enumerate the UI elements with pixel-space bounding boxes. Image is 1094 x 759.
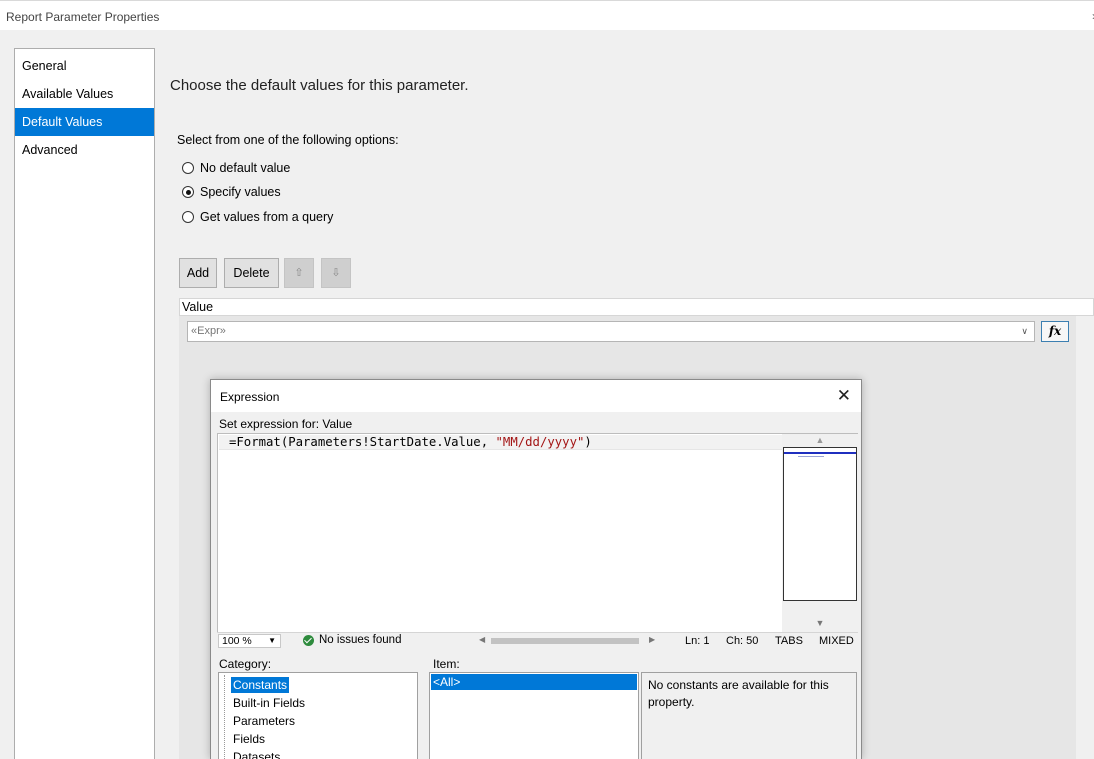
value-column-header: Value: [179, 298, 1094, 316]
nav-item-general[interactable]: General: [15, 52, 154, 80]
item-label: Item:: [433, 657, 460, 671]
value-combo-input[interactable]: «Expr» ∨: [187, 321, 1035, 342]
zoom-value: 100 %: [222, 635, 252, 647]
category-constants[interactable]: Constants: [231, 677, 290, 693]
close-icon[interactable]: ✕: [837, 386, 851, 406]
expression-code[interactable]: =Format(Parameters!StartDate.Value, "MM/…: [229, 435, 592, 449]
string-literal: "MM/dd/yyyy": [495, 435, 585, 449]
window-title: Report Parameter Properties: [6, 10, 160, 24]
window-titlebar: Report Parameter Properties ›: [0, 0, 1094, 30]
radio-no-default[interactable]: No default value: [182, 159, 290, 177]
scroll-right-icon[interactable]: ▶: [649, 635, 655, 644]
move-up-button[interactable]: ⇧: [284, 258, 314, 288]
horizontal-scroll-thumb[interactable]: [491, 638, 639, 644]
minimap-caret-line: [784, 452, 856, 454]
value-placeholder: «Expr»: [191, 325, 226, 337]
nav-item-advanced[interactable]: Advanced: [15, 136, 154, 164]
add-button[interactable]: Add: [179, 258, 217, 288]
item-list[interactable]: <All>: [429, 672, 639, 759]
nav-item-default-values[interactable]: Default Values: [15, 108, 154, 136]
nav-item-available-values[interactable]: Available Values: [15, 80, 154, 108]
issues-indicator: No issues found: [303, 634, 401, 646]
radio-specify-values[interactable]: Specify values: [182, 183, 281, 201]
dialog-title: Expression: [220, 390, 280, 404]
radio-button[interactable]: [182, 211, 194, 223]
eol-indicator[interactable]: MIXED: [819, 635, 854, 647]
category-parameters[interactable]: Parameters: [231, 713, 297, 729]
fx-icon: fx: [1048, 324, 1062, 338]
radio-label: Get values from a query: [200, 210, 334, 224]
item-all[interactable]: <All>: [431, 674, 637, 690]
tabs-indicator[interactable]: TABS: [775, 635, 803, 647]
arrow-down-icon: ⇩: [331, 267, 341, 279]
expression-dialog: Expression ✕ Set expression for: Value =…: [210, 379, 862, 759]
properties-nav: General Available Values Default Values …: [14, 48, 155, 759]
category-built-in-fields[interactable]: Built-in Fields: [231, 695, 307, 711]
check-circle-icon: [303, 634, 314, 646]
set-expression-label: Set expression for: Value: [219, 417, 353, 431]
move-down-button[interactable]: ⇩: [321, 258, 351, 288]
issues-text: No issues found: [319, 634, 402, 646]
options-label: Select from one of the following options…: [177, 133, 399, 147]
radio-label: No default value: [200, 161, 291, 175]
scroll-up-icon[interactable]: ▲: [782, 435, 858, 445]
radio-label: Specify values: [200, 185, 281, 199]
editor-vertical-scrollbar[interactable]: ▲ ▼: [782, 434, 858, 646]
editor-minimap[interactable]: [783, 447, 857, 601]
chevron-down-icon[interactable]: ∨: [1021, 322, 1028, 341]
zoom-select[interactable]: 100 % ▼: [218, 634, 281, 648]
radio-button-checked[interactable]: [182, 186, 194, 198]
scroll-down-icon[interactable]: ▼: [782, 618, 858, 628]
expression-editor[interactable]: =Format(Parameters!StartDate.Value, "MM/…: [217, 433, 858, 647]
description-panel: No constants are available for this prop…: [641, 672, 857, 759]
category-label: Category:: [219, 657, 272, 671]
dialog-titlebar: Expression ✕: [211, 380, 861, 412]
expression-fx-button[interactable]: fx: [1041, 321, 1069, 342]
line-indicator: Ln: 1: [685, 635, 710, 647]
category-fields[interactable]: Fields: [231, 731, 267, 747]
radio-button[interactable]: [182, 162, 194, 174]
arrow-up-icon: ⇧: [294, 267, 304, 279]
category-datasets[interactable]: Datasets: [231, 749, 282, 759]
minimap-code-line: [798, 456, 824, 457]
category-tree[interactable]: Constants Built-in Fields Parameters Fie…: [218, 672, 418, 759]
editor-status-bar: 100 % ▼ No issues found ◀ ▶ Ln: 1 Ch: 50…: [217, 632, 858, 649]
page-heading: Choose the default values for this param…: [170, 77, 469, 94]
delete-button[interactable]: Delete: [224, 258, 279, 288]
description-text: No constants are available for this prop…: [648, 678, 829, 709]
tree-connector: [224, 675, 225, 759]
chevron-down-icon[interactable]: ▼: [268, 635, 276, 647]
radio-query-values[interactable]: Get values from a query: [182, 208, 333, 226]
scroll-left-icon[interactable]: ◀: [479, 635, 485, 644]
char-indicator: Ch: 50: [726, 635, 759, 647]
